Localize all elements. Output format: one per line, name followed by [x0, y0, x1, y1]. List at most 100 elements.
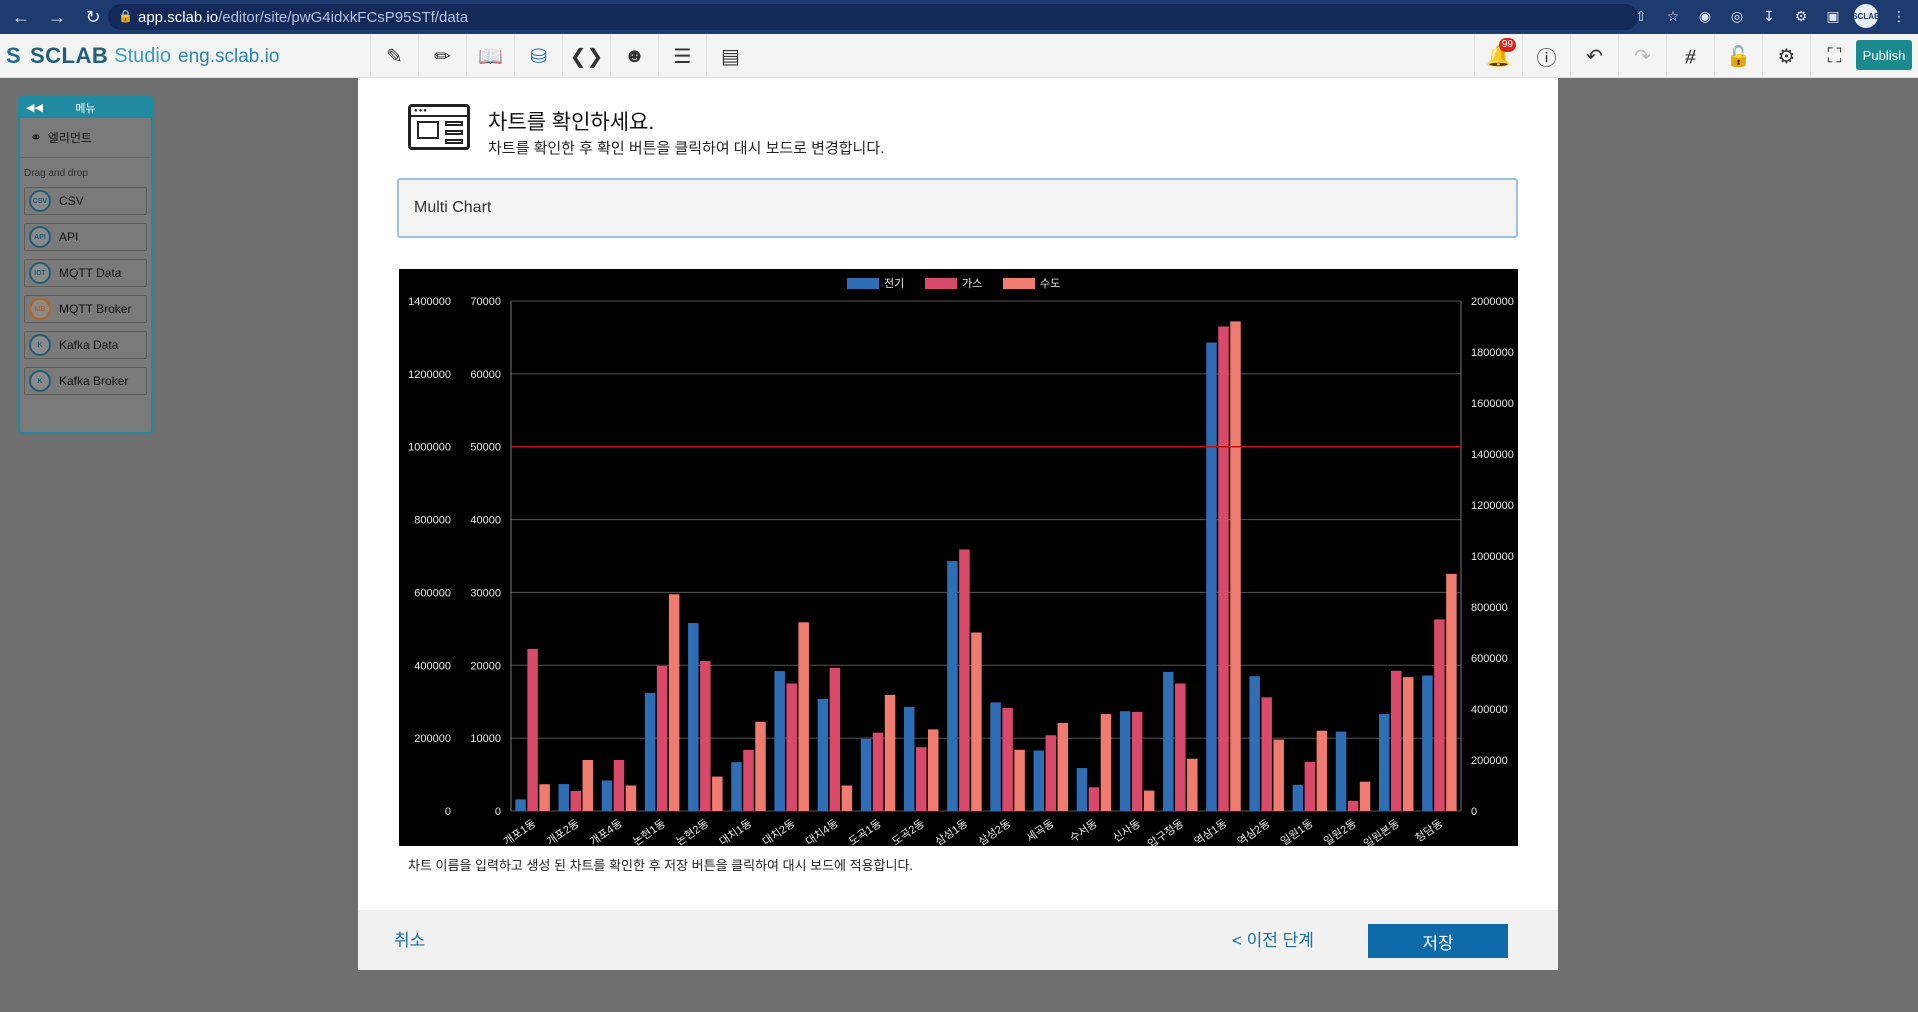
iot-icon: IOT: [29, 262, 51, 284]
bar-전기: [1076, 768, 1088, 811]
x-tick-label: 대치2동: [760, 817, 797, 846]
modal-title: 차트를 확인하세요.: [488, 111, 655, 134]
forward-icon[interactable]: →: [42, 2, 72, 32]
download-icon[interactable]: ↧: [1758, 5, 1780, 27]
sidebar-item-kafka-broker[interactable]: K Kafka Broker: [24, 367, 147, 395]
left-inner-tick-label: 20000: [470, 660, 501, 672]
bar-수도: [1273, 739, 1284, 811]
book-icon[interactable]: 📖: [466, 34, 514, 78]
logo-text: SCLAB: [30, 43, 109, 68]
sidebar-item-label: API: [59, 230, 79, 244]
bar-수도: [841, 785, 853, 811]
pencil-icon[interactable]: ✏: [418, 34, 466, 78]
users-icon[interactable]: ☻: [610, 34, 658, 78]
bar-가스: [1390, 670, 1402, 811]
notification-badge: 99: [1498, 38, 1516, 52]
bar-전기: [860, 738, 872, 811]
bar-수도: [1359, 781, 1371, 811]
x-tick-label: 일원본동: [1361, 816, 1402, 846]
chart-confirm-modal: ●●● 차트를 확인하세요. 차트를 확인한 후 확인 버튼을 클릭하여 대시 …: [358, 78, 1558, 970]
x-tick-label: 세곡동: [1024, 817, 1056, 845]
x-tick-label: 압구정동: [1145, 817, 1186, 846]
cancel-button[interactable]: 취소: [394, 926, 425, 951]
profile-avatar[interactable]: SCLAB: [1852, 4, 1880, 28]
extensions-puzzle-icon[interactable]: ⚙: [1790, 5, 1812, 27]
left-outer-tick-label: 200000: [414, 733, 451, 745]
bookmark-star-icon[interactable]: ☆: [1662, 5, 1684, 27]
sidebar-element-item[interactable]: ⚭ 엘리먼트: [20, 118, 151, 158]
sidebar-item-mqtt-broker[interactable]: MB MQTT Broker: [24, 295, 147, 323]
sidebar-item-mqtt-data[interactable]: IOT MQTT Data: [24, 259, 147, 287]
bar-수도: [1187, 758, 1198, 811]
collapse-arrow-icon[interactable]: ◀◀: [26, 101, 43, 114]
bar-수도: [1014, 749, 1025, 811]
undo-icon[interactable]: ↶: [1570, 34, 1618, 78]
sidebar-item-api[interactable]: API API: [24, 223, 147, 251]
legend-label: 수도: [1040, 277, 1060, 290]
x-tick-label: 수서동: [1067, 817, 1099, 845]
site-name[interactable]: eng.sclab.io: [178, 46, 279, 68]
x-tick-label: 대치4동: [803, 817, 840, 846]
database-icon[interactable]: ⛁: [514, 34, 562, 78]
kebab-menu-icon[interactable]: ⋮: [1888, 5, 1910, 27]
left-outer-tick-label: 800000: [414, 515, 451, 527]
bar-전기: [947, 561, 958, 811]
bar-전기: [1292, 784, 1304, 811]
back-icon[interactable]: ←: [6, 2, 36, 32]
lock-icon: 🔒: [118, 9, 133, 23]
x-tick-label: 일원1동: [1278, 816, 1316, 846]
app-toolbar: S SCLAB Studio eng.sclab.io ✎ ✏ 📖 ⛁ ❮❯ ☻…: [0, 34, 1918, 78]
x-tick-label: 도곡1동: [847, 818, 884, 846]
sidepanel-icon[interactable]: ▣: [1822, 5, 1844, 27]
unlock-icon[interactable]: 🔓: [1714, 34, 1762, 78]
address-bar[interactable]: 🔒 app.sclab.io/editor/site/pwG4idxkFCsP9…: [108, 4, 1638, 30]
settings-gear-icon[interactable]: ⚙: [1762, 34, 1810, 78]
save-button[interactable]: 저장: [1368, 924, 1508, 958]
modal-subtitle: 차트를 확인한 후 확인 버튼을 클릭하여 대시 보드로 변경합니다.: [488, 140, 885, 157]
bar-가스: [656, 666, 668, 811]
camera-extension-icon[interactable]: ◉: [1694, 5, 1716, 27]
redo-icon[interactable]: ↷: [1618, 34, 1666, 78]
reload-icon[interactable]: ↻: [78, 2, 108, 32]
left-inner-tick-label: 30000: [470, 587, 501, 599]
left-outer-tick-label: 1200000: [408, 369, 451, 381]
sidebar-item-csv[interactable]: CSV CSV: [24, 187, 147, 215]
bar-전기: [774, 671, 785, 811]
bar-전기: [688, 623, 699, 811]
left-inner-tick-label: 10000: [470, 733, 501, 745]
share-page-icon[interactable]: ⇧: [1630, 5, 1652, 27]
edit-board-icon[interactable]: ✎: [370, 34, 418, 78]
bar-가스: [1304, 761, 1316, 811]
card-icon[interactable]: ▤: [706, 34, 754, 78]
x-tick-label: 논현2동: [674, 817, 711, 846]
publish-button[interactable]: Publish: [1856, 40, 1912, 70]
notification-bell-icon[interactable]: 🔔 99: [1474, 34, 1522, 78]
right-tick-label: 1200000: [1471, 500, 1514, 512]
bar-수도: [971, 632, 982, 811]
bar-가스: [959, 549, 970, 811]
share-icon[interactable]: ⧣: [1666, 34, 1714, 78]
bar-수도: [1143, 790, 1155, 811]
bar-수도: [1446, 573, 1457, 811]
bar-수도: [668, 594, 680, 811]
right-tick-label: 1000000: [1471, 551, 1514, 563]
sclab-logo-icon: S: [6, 43, 21, 68]
app-logo[interactable]: S SCLAB Studio: [6, 43, 171, 69]
help-icon[interactable]: ⓘ: [1522, 34, 1570, 78]
browser-actions: ⇧ ☆ ◉ ◎ ↧ ⚙ ▣ SCLAB ⋮: [1630, 4, 1910, 28]
code-icon[interactable]: ❮❯: [562, 34, 610, 78]
chart-name-input[interactable]: [397, 178, 1518, 238]
bar-가스: [1175, 683, 1186, 811]
color-extension-icon[interactable]: ◎: [1726, 5, 1748, 27]
x-tick-label: 도곡2동: [890, 818, 927, 846]
left-outer-tick-label: 0: [445, 806, 451, 818]
list-icon[interactable]: ☰: [658, 34, 706, 78]
x-tick-label: 삼성2동: [976, 817, 1013, 846]
x-tick-label: 삼성1동: [933, 817, 970, 846]
sidebar-item-kafka-data[interactable]: K Kafka Data: [24, 331, 147, 359]
bar-가스: [872, 732, 884, 811]
right-tick-label: 1800000: [1471, 347, 1514, 359]
bar-가스: [1088, 787, 1100, 811]
fullscreen-icon[interactable]: ⛶: [1810, 34, 1858, 78]
previous-step-button[interactable]: < 이전 단계: [1232, 926, 1314, 951]
